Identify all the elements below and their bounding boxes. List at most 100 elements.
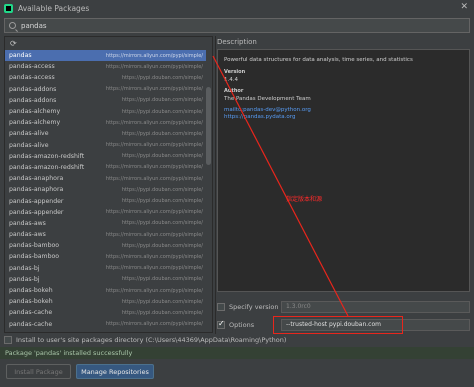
package-name: pandas-bj <box>9 275 40 283</box>
package-repo: https://pypi.douban.com/simple/ <box>121 309 203 316</box>
package-name: pandas-amazon-redshift <box>9 163 85 171</box>
list-toolbar: ⟳ <box>5 37 212 50</box>
pane-divider[interactable] <box>215 36 216 334</box>
package-name: pandas-bj <box>9 264 40 272</box>
package-repo: https://pypi.douban.com/simple/ <box>121 220 203 227</box>
package-name: pandas-appender <box>9 208 64 216</box>
scrollbar[interactable] <box>206 87 211 165</box>
author-heading: Author <box>224 88 244 94</box>
version-value: 1.4.4 <box>224 77 238 83</box>
package-repo: https://mirrors.aliyun.com/pypi/simple/ <box>105 52 203 59</box>
package-name: pandas-cache <box>9 320 53 328</box>
list-item[interactable]: pandas-bamboo https://mirrors.aliyun.com/… <box>5 251 206 262</box>
install-user-checkbox[interactable] <box>4 336 12 344</box>
package-name: pandas-access <box>9 74 55 82</box>
specify-version-row: Specify version 1.3.0rc0 <box>217 300 470 313</box>
package-name: pandas-anaphora <box>9 175 64 183</box>
package-repo: https://pypi.douban.com/simple/ <box>121 298 203 305</box>
package-name: pandas-bokeh <box>9 298 53 306</box>
annotation-highlight-box <box>273 316 403 334</box>
list-item[interactable]: pandas-addons https://pypi.douban.com/sim… <box>5 95 206 106</box>
package-name: pandas-alive <box>9 141 49 149</box>
options-checkbox[interactable] <box>217 319 225 329</box>
package-repo: https://mirrors.aliyun.com/pypi/simple/ <box>105 142 203 149</box>
email-link[interactable]: mailto:pandas-dev@python.org <box>224 107 463 113</box>
install-package-button[interactable]: Install Package <box>6 364 71 379</box>
package-repo: https://mirrors.aliyun.com/pypi/simple/ <box>105 231 203 238</box>
list-item[interactable]: pandas-aws https://mirrors.aliyun.com/pyp… <box>5 229 206 240</box>
version-heading: Version <box>224 69 246 75</box>
list-item[interactable]: pandas-access https://pypi.douban.com/sim… <box>5 72 206 83</box>
package-list: pandas https://mirrors.aliyun.com/pypi/si… <box>5 50 206 332</box>
package-name: pandas-bamboo <box>9 253 60 261</box>
annotation-text: 指定版本和源 <box>286 196 323 203</box>
package-name: pandas-amazon-redshift <box>9 152 85 160</box>
install-user-label: Install to user's site packages director… <box>16 336 287 344</box>
pycharm-logo-icon <box>4 3 13 13</box>
manage-repositories-button[interactable]: Manage Repositories <box>76 364 154 379</box>
package-name: pandas-alive <box>9 130 49 138</box>
list-item[interactable]: pandas-amazon-redshift https://pypi.douba… <box>5 151 206 162</box>
package-repo: https://mirrors.aliyun.com/pypi/simple/ <box>105 175 203 182</box>
list-item[interactable]: pandas-alive https://pypi.douban.com/simp… <box>5 128 206 139</box>
list-item[interactable]: pandas-bokeh https://pypi.douban.com/simp… <box>5 296 206 307</box>
package-repo: https://mirrors.aliyun.com/pypi/simple/ <box>105 253 203 260</box>
list-item[interactable]: pandas-bamboo https://pypi.douban.com/sim… <box>5 240 206 251</box>
search-input[interactable]: pandas <box>4 18 470 33</box>
title-bar: Available Packages ✕ <box>0 0 474 16</box>
list-item[interactable]: pandas-bj https://pypi.douban.com/simple/ <box>5 274 206 285</box>
package-name: pandas-addons <box>9 96 57 104</box>
list-item[interactable]: pandas https://mirrors.aliyun.com/pypi/si… <box>5 50 206 62</box>
list-item[interactable]: pandas-amazon-redshift https://mirrors.al… <box>5 162 206 173</box>
close-icon[interactable]: ✕ <box>460 2 468 12</box>
homepage-link[interactable]: https://pandas.pydata.org <box>224 114 463 120</box>
package-name: pandas-cache <box>9 309 53 317</box>
description-pane: Description Powerful data structures for… <box>217 36 470 292</box>
description-box: Powerful data structures for data analys… <box>217 49 470 292</box>
list-item[interactable]: pandas-appender https://mirrors.aliyun.co… <box>5 207 206 218</box>
list-item[interactable]: pandas-bj https://mirrors.aliyun.com/pypi… <box>5 263 206 274</box>
window-title: Available Packages <box>18 3 90 13</box>
package-repo: https://pypi.douban.com/simple/ <box>121 276 203 283</box>
package-repo: https://pypi.douban.com/simple/ <box>121 186 203 193</box>
refresh-icon[interactable]: ⟳ <box>10 39 17 48</box>
package-repo: https://pypi.douban.com/simple/ <box>121 108 203 115</box>
list-item[interactable]: pandas-anaphora https://mirrors.aliyun.co… <box>5 173 206 184</box>
description-label: Description <box>217 38 257 46</box>
version-select[interactable]: 1.3.0rc0 <box>281 300 470 313</box>
package-name: pandas-alchemy <box>9 108 61 116</box>
package-repo: https://pypi.douban.com/simple/ <box>121 130 203 137</box>
list-item[interactable]: pandas-access https://mirrors.aliyun.com/… <box>5 61 206 72</box>
package-name: pandas-alchemy <box>9 119 61 127</box>
list-item[interactable]: pandas-addons https://mirrors.aliyun.com/… <box>5 84 206 95</box>
list-item[interactable]: pandas-bokeh https://mirrors.aliyun.com/p… <box>5 285 206 296</box>
package-name: pandas-anaphora <box>9 186 64 194</box>
package-name: pandas <box>9 52 32 60</box>
list-item[interactable]: pandas-alive https://mirrors.aliyun.com/p… <box>5 140 206 151</box>
package-repo: https://mirrors.aliyun.com/pypi/simple/ <box>105 265 203 272</box>
package-repo: https://mirrors.aliyun.com/pypi/simple/ <box>105 321 203 328</box>
list-item[interactable]: pandas-cache https://mirrors.aliyun.com/p… <box>5 319 206 330</box>
author-value: The Pandas Development Team <box>224 96 311 102</box>
package-repo: https://pypi.douban.com/simple/ <box>121 74 203 81</box>
package-repo: https://pypi.douban.com/simple/ <box>121 242 203 249</box>
search-value: pandas <box>21 21 47 30</box>
list-item[interactable]: pandas-anaphora https://pypi.douban.com/s… <box>5 184 206 195</box>
list-item[interactable]: pandas-alchemy https://pypi.douban.com/si… <box>5 106 206 117</box>
search-icon <box>9 22 16 29</box>
specify-version-label: Specify version <box>229 302 279 311</box>
specify-version-checkbox[interactable] <box>217 302 225 311</box>
package-repo: https://mirrors.aliyun.com/pypi/simple/ <box>105 86 203 93</box>
package-repo: https://mirrors.aliyun.com/pypi/simple/ <box>105 119 203 126</box>
package-repo: https://mirrors.aliyun.com/pypi/simple/ <box>105 164 203 171</box>
package-repo: https://mirrors.aliyun.com/pypi/simple/ <box>105 63 203 70</box>
package-repo: https://pypi.douban.com/simple/ <box>121 97 203 104</box>
install-user-row: Install to user's site packages director… <box>4 334 286 346</box>
list-item[interactable]: pandas-alchemy https://mirrors.aliyun.com… <box>5 117 206 128</box>
list-item[interactable]: pandas-cache https://pypi.douban.com/simp… <box>5 307 206 318</box>
package-name: pandas-bamboo <box>9 242 60 250</box>
description-summary: Powerful data structures for data analys… <box>224 57 413 63</box>
list-item[interactable]: pandas-aws https://pypi.douban.com/simple… <box>5 218 206 229</box>
list-item[interactable]: pandas-appender https://pypi.douban.com/s… <box>5 195 206 206</box>
package-name: pandas-aws <box>9 219 46 227</box>
